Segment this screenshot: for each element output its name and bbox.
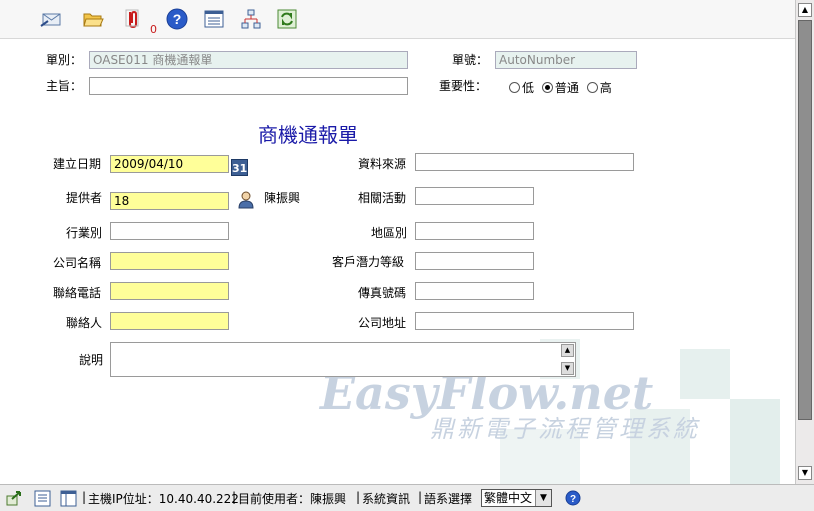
priority-low-label: 低 bbox=[522, 81, 535, 95]
toolbar: 0 ? bbox=[0, 0, 795, 39]
window: 0 ? EasyFlow.net 鼎新電子流程管理系統 單別： OASE011 … bbox=[0, 0, 814, 511]
host-ip: 主機IP位址：10.40.40.222 bbox=[88, 492, 239, 506]
form-area: EasyFlow.net 鼎新電子流程管理系統 單別： OASE011 商機通報… bbox=[0, 39, 795, 484]
description-scrollbar[interactable]: ▲ ▼ bbox=[561, 344, 574, 375]
contact-phone-label: 聯絡電話 bbox=[53, 286, 102, 300]
description-label: 說明 bbox=[79, 353, 104, 367]
created-date-label: 建立日期 bbox=[53, 157, 102, 171]
provider-input[interactable]: 18 bbox=[110, 192, 229, 210]
doc-type-field: OASE011 商機通報單 bbox=[89, 51, 408, 69]
scroll-down-icon[interactable]: ▼ bbox=[561, 362, 574, 375]
status-separator: | bbox=[232, 490, 237, 504]
created-date-input[interactable]: 2009/04/10 bbox=[110, 155, 229, 173]
scroll-down-icon[interactable]: ▼ bbox=[798, 466, 812, 480]
priority-normal-radio[interactable] bbox=[541, 82, 553, 93]
priority-high-radio[interactable] bbox=[586, 82, 598, 93]
priority-high-label: 高 bbox=[599, 81, 612, 95]
language-select[interactable]: 繁體中文 ▼ bbox=[481, 489, 552, 507]
subject-label: 主旨： bbox=[46, 79, 83, 93]
industry-label: 行業別 bbox=[66, 226, 103, 240]
page-scrollbar[interactable]: ▲ ▼ bbox=[795, 0, 814, 484]
priority-group: 低 普通 高 bbox=[505, 79, 612, 96]
customer-potential-input[interactable] bbox=[415, 252, 534, 270]
company-address-label: 公司地址 bbox=[358, 316, 407, 330]
svg-text:?: ? bbox=[173, 11, 182, 27]
company-name-input[interactable] bbox=[110, 252, 229, 270]
fax-input[interactable] bbox=[415, 282, 534, 300]
send-icon[interactable] bbox=[40, 8, 62, 30]
data-source-input[interactable] bbox=[415, 153, 634, 171]
status-separator: | bbox=[82, 490, 87, 504]
form-title: 商機通報單 bbox=[258, 123, 358, 147]
help-icon[interactable]: ? bbox=[565, 490, 581, 506]
attachment-count: 0 bbox=[150, 23, 157, 36]
priority-label: 重要性： bbox=[439, 79, 488, 93]
language-value: 繁體中文 bbox=[484, 491, 533, 505]
table-icon[interactable] bbox=[60, 490, 77, 507]
language-label: 語系選擇 bbox=[424, 492, 473, 506]
scroll-up-icon[interactable]: ▲ bbox=[561, 344, 574, 357]
status-bar: | 主機IP位址：10.40.40.222 | 目前使用者：陳振興 | 系統資訊… bbox=[0, 484, 814, 511]
data-source-label: 資料來源 bbox=[358, 157, 407, 171]
subject-input[interactable] bbox=[89, 77, 408, 95]
chevron-down-icon[interactable]: ▼ bbox=[535, 490, 551, 506]
scroll-thumb[interactable] bbox=[798, 20, 812, 420]
customer-potential-label: 客戶潛力等級 bbox=[332, 255, 405, 269]
status-separator: | bbox=[356, 490, 361, 504]
priority-low-radio[interactable] bbox=[509, 82, 520, 93]
user-picker-icon[interactable] bbox=[236, 189, 256, 209]
watermark-subtitle: 鼎新電子流程管理系統 bbox=[430, 415, 700, 443]
related-activity-label: 相關活動 bbox=[358, 191, 407, 205]
contact-person-label: 聯絡人 bbox=[66, 316, 103, 330]
scroll-up-icon[interactable]: ▲ bbox=[798, 3, 812, 17]
company-address-input[interactable] bbox=[415, 312, 634, 330]
status-separator: | bbox=[418, 490, 423, 504]
provider-label: 提供者 bbox=[66, 191, 103, 205]
related-activity-input[interactable] bbox=[415, 187, 534, 205]
fax-label: 傳真號碼 bbox=[358, 286, 407, 300]
list-view-icon[interactable] bbox=[203, 8, 225, 30]
help-icon[interactable]: ? bbox=[166, 8, 188, 30]
submit-icon[interactable] bbox=[6, 490, 23, 507]
doc-no-label: 單號： bbox=[452, 53, 489, 67]
svg-text:?: ? bbox=[570, 494, 576, 505]
attachment-icon[interactable] bbox=[122, 8, 144, 30]
contact-phone-input[interactable] bbox=[110, 282, 229, 300]
region-input[interactable] bbox=[415, 222, 534, 240]
company-name-label: 公司名稱 bbox=[53, 256, 102, 270]
priority-normal-label: 普通 bbox=[554, 81, 579, 95]
provider-name: 陳振興 bbox=[264, 191, 301, 205]
contact-person-input[interactable] bbox=[110, 312, 229, 330]
calendar-icon[interactable]: 31 bbox=[231, 159, 248, 176]
flowchart-icon[interactable] bbox=[240, 8, 262, 30]
doc-no-field: AutoNumber bbox=[495, 51, 637, 69]
list-icon[interactable] bbox=[34, 490, 51, 507]
current-user: 目前使用者：陳振興 bbox=[238, 492, 347, 506]
open-folder-icon[interactable] bbox=[82, 8, 104, 30]
industry-input[interactable] bbox=[110, 222, 229, 240]
doc-type-label: 單別： bbox=[46, 53, 83, 67]
refresh-icon[interactable] bbox=[276, 8, 298, 30]
system-info-link[interactable]: 系統資訊 bbox=[362, 490, 410, 507]
region-label: 地區別 bbox=[371, 226, 408, 240]
description-textarea[interactable]: ▲ ▼ bbox=[110, 342, 576, 377]
